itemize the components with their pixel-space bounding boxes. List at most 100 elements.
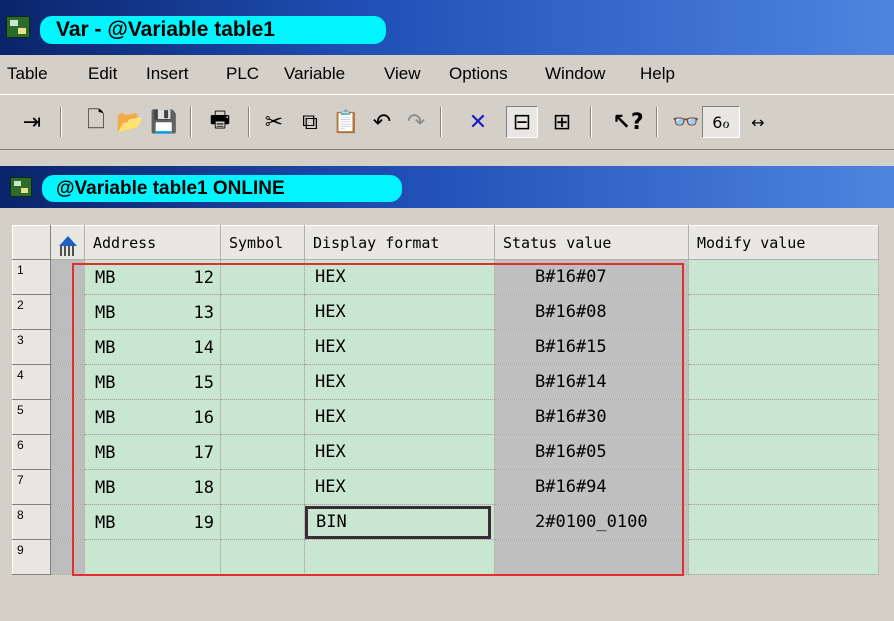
menu-view[interactable]: View [384, 57, 421, 91]
modify-cell[interactable] [688, 294, 879, 330]
table-row[interactable]: 5 MB 16 HEX B#16#30 [12, 399, 879, 435]
col-status-value[interactable]: Status value [494, 225, 689, 260]
format-cell[interactable]: HEX [304, 364, 495, 400]
symbol-cell[interactable] [220, 329, 305, 365]
row-number[interactable]: 4 [12, 364, 51, 400]
menu-table[interactable]: Table [7, 57, 48, 91]
row-number[interactable]: 2 [12, 294, 51, 330]
modify-cell[interactable] [688, 469, 879, 505]
format-cell[interactable]: HEX [304, 434, 495, 470]
address-cell[interactable] [84, 539, 221, 575]
format-cell[interactable]: HEX [304, 399, 495, 435]
paste-icon[interactable]: 📋 [330, 106, 362, 138]
address-cell[interactable]: MB 18 [84, 469, 221, 505]
menu-variable[interactable]: Variable [284, 57, 345, 91]
format-cell[interactable] [304, 539, 495, 575]
menu-edit[interactable]: Edit [88, 57, 117, 91]
help-pointer-icon[interactable]: ↖? [612, 106, 644, 138]
variable-table-window-titlebar: @Variable table1 ONLINE [0, 166, 894, 208]
toolbar-separator [440, 107, 442, 137]
row-number[interactable]: 3 [12, 329, 51, 365]
symbol-cell[interactable] [220, 294, 305, 330]
table-row[interactable]: 6 MB 17 HEX B#16#05 [12, 434, 879, 470]
table-row[interactable]: 9 [12, 539, 879, 575]
format-cell[interactable]: HEX [304, 294, 495, 330]
symbol-cell[interactable] [220, 259, 305, 295]
glasses-icon[interactable]: 👓 [670, 106, 702, 138]
menu-window[interactable]: Window [545, 57, 605, 91]
save-icon[interactable]: 💾 [148, 106, 180, 138]
format-cell-selected[interactable]: BIN [304, 504, 495, 540]
address-cell[interactable]: MB 13 [84, 294, 221, 330]
monitor-icon[interactable]: ⊟ [506, 106, 538, 138]
open-icon[interactable]: 📂 [114, 106, 146, 138]
modify-cell[interactable] [688, 504, 879, 540]
row-flag [50, 294, 85, 330]
table-row[interactable]: 8 MB 19 BIN 2#0100_0100 [12, 504, 879, 540]
menu-bar: Table Edit Insert PLC Variable View Opti… [0, 57, 894, 91]
symbol-cell[interactable] [220, 539, 305, 575]
address-cell[interactable]: MB 12 [84, 259, 221, 295]
modify-cell[interactable] [688, 329, 879, 365]
address-cell[interactable]: MB 17 [84, 434, 221, 470]
row-number[interactable]: 9 [12, 539, 51, 575]
row-number[interactable]: 1 [12, 259, 51, 295]
menu-plc[interactable]: PLC [226, 57, 259, 91]
table-row[interactable]: 3 MB 14 HEX B#16#15 [12, 329, 879, 365]
format-cell[interactable]: HEX [304, 259, 495, 295]
modify-cell[interactable] [688, 364, 879, 400]
symbol-cell[interactable] [220, 399, 305, 435]
connect-icon[interactable]: ⊞ [546, 106, 578, 138]
col-modify-value[interactable]: Modify value [688, 225, 879, 260]
address-cell[interactable]: MB 14 [84, 329, 221, 365]
delete-icon[interactable]: ✕ [462, 106, 494, 138]
modify-cell[interactable] [688, 434, 879, 470]
table-row[interactable]: 7 MB 18 HEX B#16#94 [12, 469, 879, 505]
address-operand: MB [95, 303, 116, 323]
col-symbol[interactable]: Symbol [220, 225, 305, 260]
modify-cell[interactable] [688, 259, 879, 295]
new-icon[interactable]: 🗋 [80, 106, 112, 138]
symbol-cell[interactable] [220, 504, 305, 540]
cut-icon[interactable]: ✂ [258, 106, 290, 138]
var-app-icon[interactable] [6, 16, 30, 38]
row-number[interactable]: 8 [12, 504, 51, 540]
symbol-cell[interactable] [220, 364, 305, 400]
menu-insert[interactable]: Insert [146, 57, 189, 91]
status-cell: B#16#30 [494, 399, 689, 435]
modify-cell[interactable] [688, 539, 879, 575]
table-header-flag[interactable] [50, 225, 85, 260]
table-row[interactable]: 1 MB 12 HEX B#16#07 [12, 259, 879, 295]
address-cell[interactable]: MB 15 [84, 364, 221, 400]
monitor-variable-icon[interactable]: 6ℴ [702, 106, 740, 138]
print-icon[interactable]: 🖶 [204, 106, 236, 138]
menu-help[interactable]: Help [640, 57, 675, 91]
col-display-format[interactable]: Display format [304, 225, 495, 260]
modify-icon[interactable]: ↔ [742, 106, 774, 138]
row-number[interactable]: 5 [12, 399, 51, 435]
modify-cell[interactable] [688, 399, 879, 435]
undo-icon[interactable]: ↶ [366, 106, 398, 138]
menu-options[interactable]: Options [449, 57, 508, 91]
symbol-cell[interactable] [220, 434, 305, 470]
address-number: 12 [193, 268, 214, 288]
address-cell[interactable]: MB 16 [84, 399, 221, 435]
row-flag [50, 329, 85, 365]
copy-icon[interactable]: ⧉ [294, 106, 326, 138]
address-number: 17 [193, 443, 214, 463]
format-cell[interactable]: HEX [304, 329, 495, 365]
address-operand: MB [95, 373, 116, 393]
status-cell: B#16#15 [494, 329, 689, 365]
pin-icon[interactable]: ⇥ [16, 106, 48, 138]
address-operand: MB [95, 478, 116, 498]
redo-icon[interactable]: ↷ [400, 106, 432, 138]
row-number[interactable]: 6 [12, 434, 51, 470]
format-cell[interactable]: HEX [304, 469, 495, 505]
table-row[interactable]: 2 MB 13 HEX B#16#08 [12, 294, 879, 330]
col-address[interactable]: Address [84, 225, 221, 260]
symbol-cell[interactable] [220, 469, 305, 505]
row-number[interactable]: 7 [12, 469, 51, 505]
table-row[interactable]: 4 MB 15 HEX B#16#14 [12, 364, 879, 400]
address-cell[interactable]: MB 19 [84, 504, 221, 540]
format-input-active[interactable]: BIN [305, 505, 491, 539]
